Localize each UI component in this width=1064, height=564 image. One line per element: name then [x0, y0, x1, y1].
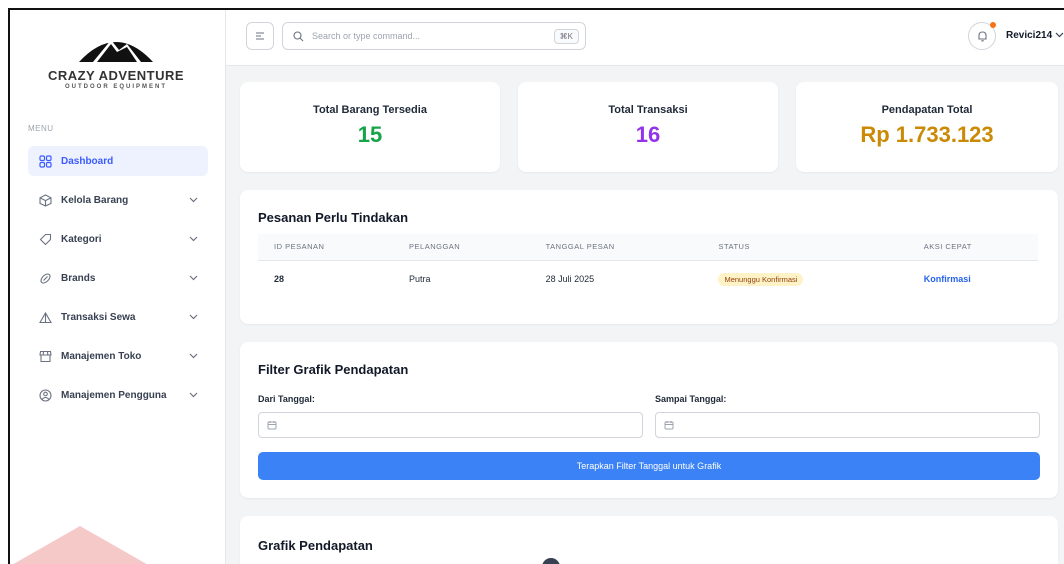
brand-subtitle: OUTDOOR EQUIPMENT: [64, 84, 167, 90]
stat-title: Total Barang Tersedia: [313, 104, 427, 116]
stat-value: 15: [357, 122, 383, 147]
box-icon: [38, 193, 52, 207]
chevron-down-icon: [189, 195, 198, 205]
chevron-down-icon: [189, 351, 198, 361]
notification-button[interactable]: [968, 22, 996, 50]
sidebar-item-label: Kategori: [61, 233, 102, 245]
order-customer: Putra: [393, 259, 530, 298]
sidebar-item-manajemen-pengguna[interactable]: Manajemen Pengguna: [28, 380, 208, 410]
order-id: 28: [258, 259, 394, 298]
sidebar-item-dashboard[interactable]: Dashboard: [28, 146, 208, 176]
stat-title: Total Transaksi: [608, 104, 688, 116]
from-date-label: Dari Tanggal:: [258, 394, 315, 404]
stat-card-items: Total Barang Tersedia 15: [240, 82, 500, 172]
tag-icon: [38, 232, 52, 246]
orders-title: Pesanan Perlu Tindakan: [258, 210, 409, 225]
sidebar-item-kategori[interactable]: Kategori: [28, 224, 208, 254]
to-date-input[interactable]: [655, 412, 1040, 438]
user-name: Revici214: [1006, 30, 1053, 41]
order-action-cell: Konfirmasi: [907, 259, 1038, 298]
grid-icon: [38, 154, 52, 168]
tent-icon: [38, 310, 52, 324]
notification-dot: [990, 22, 996, 28]
table-header-row: ID PESANAN PELANGGAN TANGGAL PESAN STATU…: [258, 234, 1038, 260]
sidebar: CRAZY ADVENTURE OUTDOOR EQUIPMENT MENU D…: [10, 10, 226, 564]
column-header: TANGGAL PESAN: [529, 234, 703, 260]
sidebar-item-label: Brands: [61, 272, 96, 284]
search-placeholder: Search or type command...: [312, 31, 421, 41]
sidebar-item-label: Manajemen Pengguna: [61, 389, 167, 401]
chevron-down-icon: [189, 312, 198, 322]
column-header: AKSI CEPAT: [907, 234, 1038, 260]
brand-logo[interactable]: CRAZY ADVENTURE OUTDOOR EQUIPMENT: [46, 28, 186, 90]
column-header: PELANGGAN: [393, 234, 530, 260]
chart-toggle-icon[interactable]: [542, 558, 560, 564]
table-row: 28 Putra 28 Juli 2025 Menunggu Konfirmas…: [258, 259, 1038, 298]
store-icon: [38, 349, 52, 363]
filter-title: Filter Grafik Pendapatan: [258, 362, 409, 377]
top-header: Search or type command... ⌘K Revici214: [226, 10, 1064, 66]
status-badge: Menunggu Konfirmasi: [718, 272, 804, 286]
stat-title: Pendapatan Total: [881, 104, 973, 116]
sidebar-nav: Dashboard Kelola Barang Kategori Brands …: [28, 146, 208, 419]
user-menu[interactable]: Revici214: [1006, 30, 1064, 41]
sidebar-item-kelola-barang[interactable]: Kelola Barang: [28, 185, 208, 215]
sidebar-item-label: Kelola Barang: [61, 194, 129, 206]
stat-card-revenue: Pendapatan Total Rp 1.733.123: [796, 82, 1058, 172]
sidebar-item-label: Dashboard: [61, 155, 114, 167]
chevron-down-icon: [189, 234, 198, 244]
sidebar-toggle-button[interactable]: [246, 22, 274, 50]
stat-value: 16: [635, 122, 661, 147]
order-date: 28 Juli 2025: [529, 259, 703, 298]
orders-table: ID PESANAN PELANGGAN TANGGAL PESAN STATU…: [258, 234, 1038, 298]
stat-value: Rp 1.733.123: [860, 122, 994, 147]
to-date-label: Sampai Tanggal:: [655, 394, 727, 404]
filter-card: Filter Grafik Pendapatan Dari Tanggal: S…: [240, 342, 1058, 498]
search-shortcut: ⌘K: [553, 28, 579, 44]
order-status-cell: Menunggu Konfirmasi: [702, 259, 908, 298]
apply-filter-button[interactable]: Terapkan Filter Tanggal untuk Grafik: [258, 452, 1040, 480]
brand-icon: [38, 271, 52, 285]
chevron-down-icon: [1055, 32, 1064, 38]
chevron-down-icon: [189, 273, 198, 283]
sidebar-item-manajemen-toko[interactable]: Manajemen Toko: [28, 341, 208, 371]
orders-card: Pesanan Perlu Tindakan ID PESANAN PELANG…: [240, 190, 1058, 324]
sidebar-item-transaksi-sewa[interactable]: Transaksi Sewa: [28, 302, 208, 332]
calendar-icon: [664, 421, 674, 430]
hamburger-icon: [256, 32, 264, 40]
bell-icon: [977, 31, 987, 42]
confirm-link[interactable]: Konfirmasi: [924, 274, 971, 284]
search-input[interactable]: Search or type command... ⌘K: [282, 22, 586, 50]
sidebar-item-brands[interactable]: Brands: [28, 263, 208, 293]
mountain-logo-icon: [79, 40, 153, 62]
sidebar-item-label: Manajemen Toko: [61, 350, 142, 362]
chevron-down-icon: [189, 390, 198, 400]
watermark-shape: [10, 526, 150, 564]
chart-title: Grafik Pendapatan: [258, 538, 373, 553]
user-icon: [38, 388, 52, 402]
column-header: STATUS: [702, 234, 908, 260]
app-frame: CRAZY ADVENTURE OUTDOOR EQUIPMENT MENU D…: [8, 8, 1064, 564]
menu-label: MENU: [28, 124, 54, 133]
stat-card-transactions: Total Transaksi 16: [518, 82, 778, 172]
calendar-icon: [267, 421, 277, 430]
sidebar-item-label: Transaksi Sewa: [61, 311, 136, 323]
brand-title: CRAZY ADVENTURE: [47, 68, 185, 83]
from-date-input[interactable]: [258, 412, 643, 438]
column-header: ID PESANAN: [258, 234, 394, 260]
search-icon: [293, 30, 304, 41]
revenue-chart-card: Grafik Pendapatan: [240, 516, 1058, 564]
